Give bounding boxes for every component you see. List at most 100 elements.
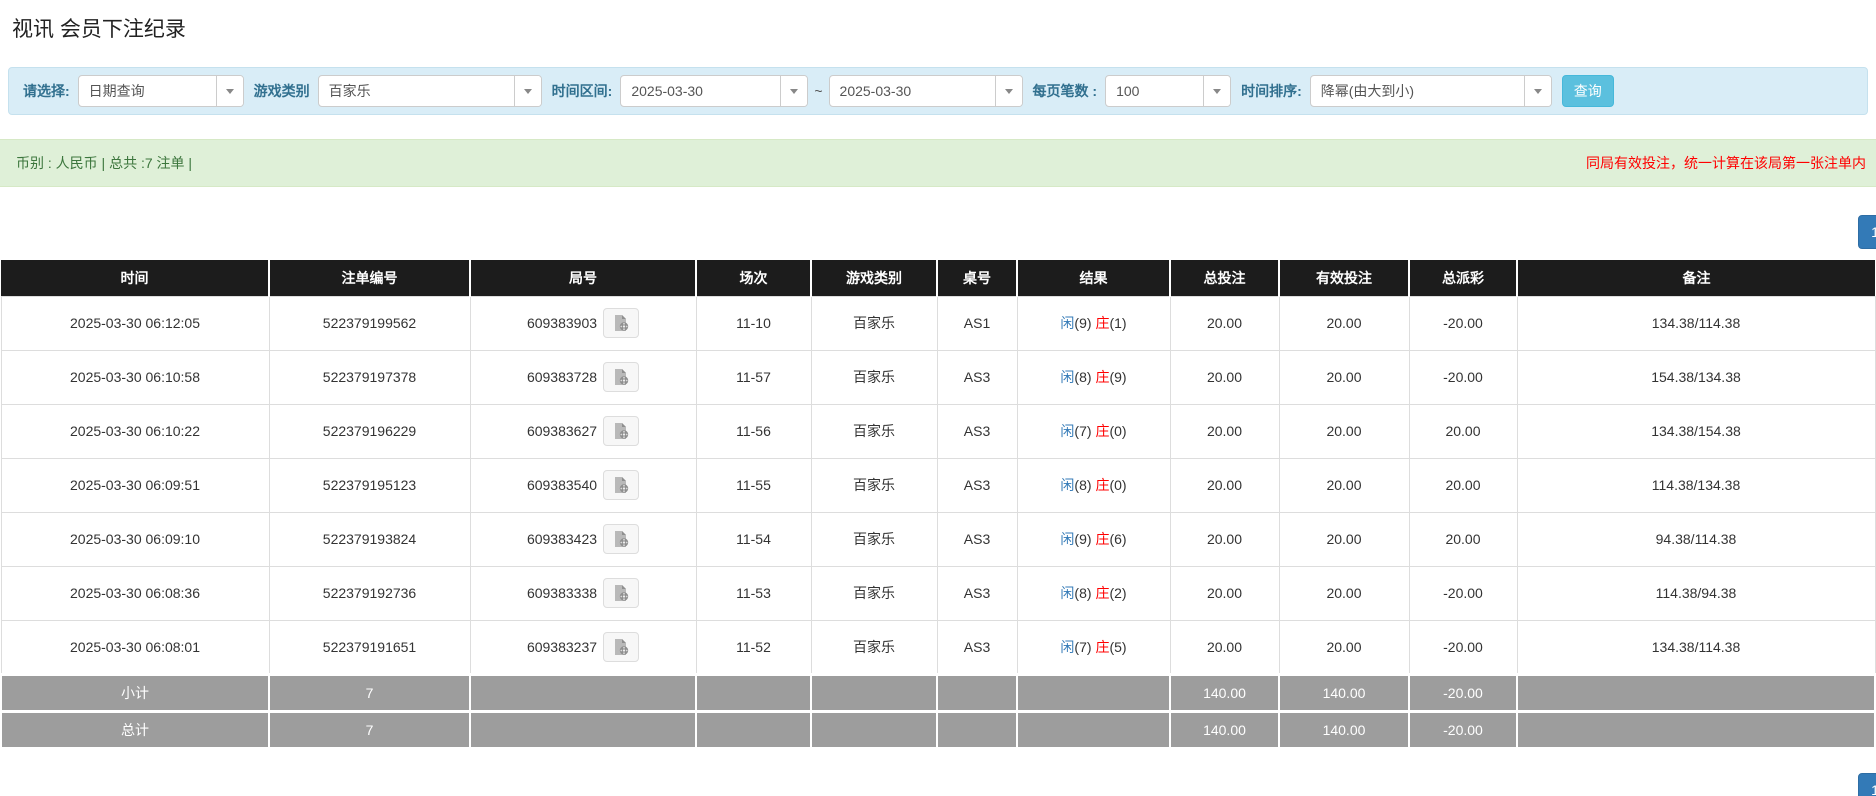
- session-cell: 11-54: [695, 511, 812, 567]
- round-id: 609383338: [526, 585, 598, 601]
- subtotal-row-empty: [695, 672, 812, 712]
- round-cell: 609383728: [469, 349, 697, 405]
- total-bet-cell[interactable]: 20.00: [1169, 349, 1280, 405]
- page-size-select[interactable]: 100: [1105, 75, 1232, 107]
- time-cell: 2025-03-30 06:08:01: [0, 619, 270, 675]
- bet-id-cell: 522379191651: [268, 619, 471, 675]
- total-row-valid-bet: 140.00: [1278, 709, 1410, 749]
- page-1-button[interactable]: 1: [1858, 215, 1876, 249]
- game-type-cell: 百家乐: [810, 619, 938, 675]
- result-cell: 闲(7) 庄(5): [1016, 619, 1171, 675]
- table-row: 2025-03-30 06:08:01 522379191651 609383237…: [0, 619, 1876, 675]
- player-result-label: 闲: [1060, 477, 1075, 493]
- video-replay-icon: [615, 585, 629, 601]
- subtotal-row-remark: [1516, 672, 1876, 712]
- date-from-value: 2025-03-30: [631, 83, 703, 99]
- round-cell: 609383423: [469, 511, 697, 567]
- subtotal-row-total-bet: 140.00: [1169, 672, 1280, 712]
- player-result-count: (8): [1074, 369, 1092, 385]
- date-to-select[interactable]: 2025-03-30: [828, 75, 1023, 107]
- total-bet-cell[interactable]: 20.00: [1169, 403, 1280, 459]
- session-cell: 11-56: [695, 403, 812, 459]
- total-row: 总计 7 140.00 140.00 -20.00: [0, 709, 1876, 749]
- column-header-6: 结果: [1017, 260, 1171, 296]
- total-row-count: 7: [268, 709, 471, 749]
- replay-button[interactable]: [603, 631, 640, 662]
- table-row: 2025-03-30 06:10:58 522379197378 609383728…: [0, 349, 1876, 405]
- game-type-select[interactable]: 百家乐: [317, 75, 542, 107]
- table-row: 2025-03-30 06:08:36 522379192736 609383338…: [0, 565, 1876, 621]
- total-row-total-bet: 140.00: [1169, 709, 1280, 749]
- table-body: 2025-03-30 06:12:05 522379199562 609383903…: [0, 295, 1876, 749]
- column-header-8: 有效投注: [1279, 260, 1410, 296]
- round-cell: 609383627: [469, 403, 697, 459]
- session-cell: 11-57: [695, 349, 812, 405]
- banker-result-label: 庄: [1095, 369, 1110, 385]
- column-header-1: 注单编号: [269, 260, 471, 296]
- valid-bet-cell: 20.00: [1278, 619, 1410, 675]
- remark-cell: 94.38/114.38: [1516, 511, 1876, 567]
- total-bet-cell[interactable]: 20.00: [1169, 457, 1280, 513]
- game-type-cell: 百家乐: [810, 457, 938, 513]
- result-cell: 闲(8) 庄(0): [1016, 457, 1171, 513]
- banker-result-count: (6): [1109, 531, 1127, 547]
- column-header-0: 时间: [1, 260, 270, 296]
- table-row: 2025-03-30 06:09:10 522379193824 609383423…: [0, 511, 1876, 567]
- total-bet-cell[interactable]: 20.00: [1169, 295, 1280, 351]
- date-from-select[interactable]: 2025-03-30: [620, 75, 809, 107]
- total-bet-cell[interactable]: 20.00: [1169, 511, 1280, 567]
- replay-button[interactable]: [603, 470, 640, 500]
- sort-order-value: 降幂(由大到小): [1320, 83, 1415, 99]
- page-size-label: 每页笔数 :: [1032, 83, 1098, 99]
- round-cell: 609383237: [469, 619, 697, 675]
- round-id: 609383423: [526, 531, 598, 547]
- chevron-down-icon: [1203, 76, 1231, 106]
- sort-order-select[interactable]: 降幂(由大到小): [1309, 75, 1552, 107]
- column-header-9: 总派彩: [1409, 260, 1518, 296]
- player-result-count: (7): [1074, 423, 1092, 439]
- round-cell: 609383338: [469, 565, 697, 621]
- player-result-count: (9): [1074, 531, 1092, 547]
- replay-button[interactable]: [603, 362, 640, 392]
- player-result-label: 闲: [1060, 531, 1075, 547]
- table-no-cell: AS1: [936, 295, 1018, 351]
- time-cell: 2025-03-30 06:08:36: [0, 565, 270, 621]
- chevron-down-icon: [215, 76, 243, 106]
- session-cell: 11-10: [695, 295, 812, 351]
- table-row: 2025-03-30 06:10:22 522379196229 609383627…: [0, 403, 1876, 459]
- video-replay-icon: [615, 477, 629, 493]
- result-cell: 闲(9) 庄(6): [1016, 511, 1171, 567]
- valid-bet-cell: 20.00: [1278, 295, 1410, 351]
- remark-cell: 114.38/94.38: [1516, 565, 1876, 621]
- player-result-count: (8): [1074, 477, 1092, 493]
- total-bet-cell[interactable]: 20.00: [1169, 619, 1280, 675]
- search-button[interactable]: 查询: [1561, 75, 1614, 107]
- video-replay-icon: [615, 638, 629, 655]
- total-row-remark: [1516, 709, 1876, 749]
- subtotal-row-empty: [810, 672, 938, 712]
- session-cell: 11-55: [695, 457, 812, 513]
- payout-cell: -20.00: [1408, 349, 1518, 405]
- query-type-select[interactable]: 日期查询: [77, 75, 244, 107]
- replay-button[interactable]: [603, 578, 640, 608]
- replay-button[interactable]: [603, 416, 640, 446]
- result-cell: 闲(7) 庄(0): [1016, 403, 1171, 459]
- column-header-7: 总投注: [1170, 260, 1280, 296]
- banker-result-label: 庄: [1095, 531, 1110, 547]
- time-cell: 2025-03-30 06:12:05: [0, 295, 270, 351]
- replay-button[interactable]: [603, 308, 640, 338]
- banker-result-label: 庄: [1095, 477, 1110, 493]
- total-bet-cell[interactable]: 20.00: [1169, 565, 1280, 621]
- payout-cell: -20.00: [1408, 619, 1518, 675]
- banker-result-label: 庄: [1095, 423, 1110, 439]
- page-1-button[interactable]: 1: [1858, 773, 1876, 796]
- session-cell: 11-52: [695, 619, 812, 675]
- page-size-value: 100: [1116, 83, 1140, 99]
- chevron-down-icon: [1523, 76, 1551, 106]
- replay-button[interactable]: [603, 524, 640, 554]
- bet-id-cell: 522379197378: [268, 349, 471, 405]
- filter-panel: 请选择: 日期查询 游戏类别 百家乐 时间区间: 2025-03-30 ~ 20…: [8, 67, 1868, 115]
- subtotal-row-payout: -20.00: [1408, 672, 1518, 712]
- bet-records-table: 时间 注单编号 局号 场次 游戏类别 桌号 结果 总投注 有效投注 总派彩 备注 2025-03-3…: [0, 260, 1876, 749]
- round-cell: 609383903: [469, 295, 697, 351]
